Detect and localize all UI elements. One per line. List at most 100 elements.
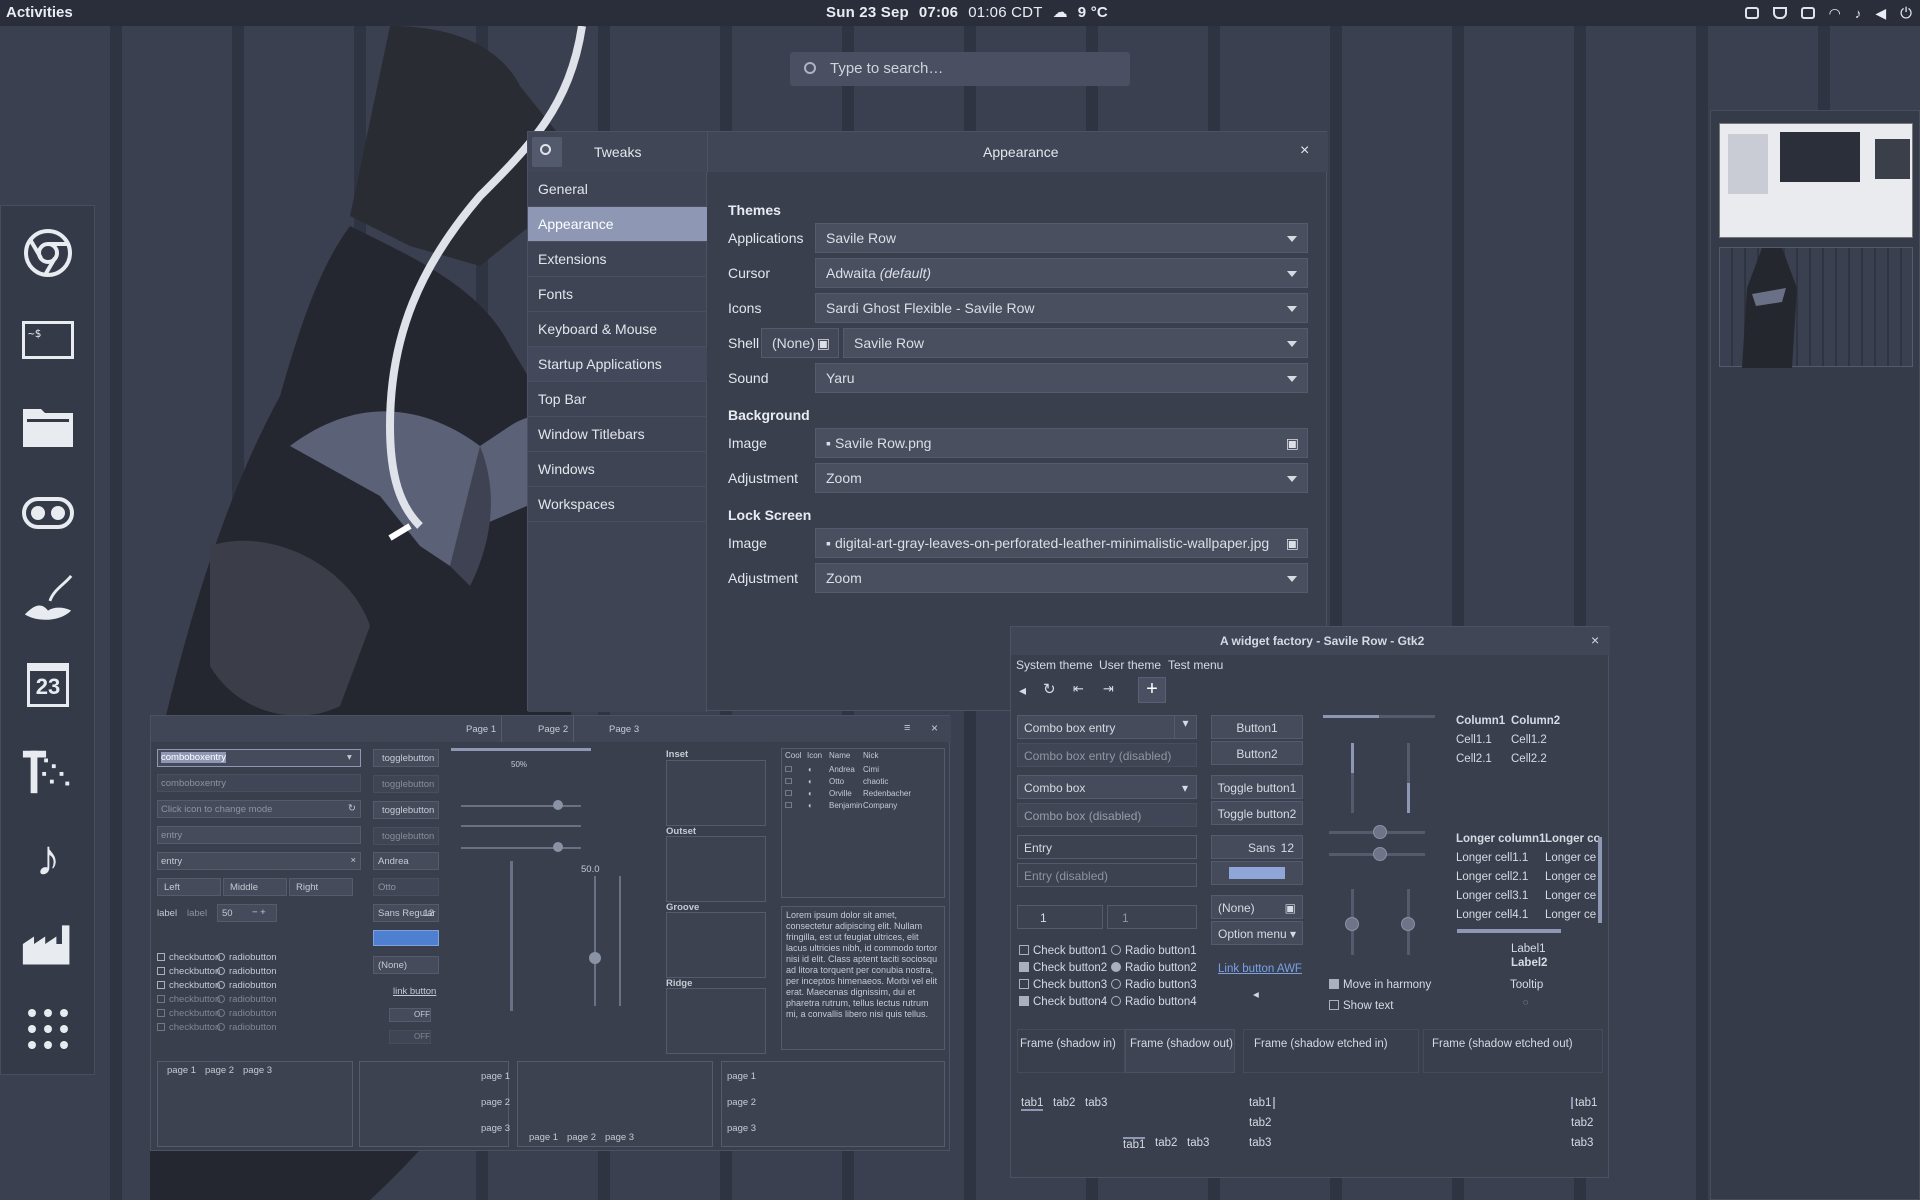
radiobutton[interactable]: radiobutton <box>217 980 277 991</box>
notebook-tab[interactable]: page 2 <box>205 1065 234 1076</box>
tree-header[interactable]: Name <box>829 751 850 760</box>
scale-handle[interactable] <box>553 800 563 810</box>
long-cell[interactable]: Longer ce <box>1545 871 1596 883</box>
tab-page1[interactable]: Page 1 <box>466 724 496 735</box>
text-view[interactable]: Lorem ipsum dolor sit amet, consectetur … <box>781 906 945 1050</box>
notebook-tab[interactable]: page 3 <box>605 1132 634 1143</box>
cell[interactable]: Cell2.2 <box>1511 753 1547 765</box>
menu-system-theme[interactable]: System theme <box>1016 658 1093 672</box>
toggle-button2[interactable]: Toggle button2 <box>1211 801 1303 825</box>
file-chooser-button[interactable]: (None) <box>373 956 439 974</box>
workspace-thumb-2[interactable] <box>1719 247 1913 368</box>
sidebar-item-workspaces[interactable]: Workspaces <box>528 487 707 522</box>
tree-check[interactable]: ☐ <box>785 777 792 786</box>
align-middle-combo[interactable]: Middle <box>223 878 287 896</box>
slider-handle[interactable] <box>1345 917 1359 931</box>
sidebar-item-startup[interactable]: Startup Applications <box>528 347 707 382</box>
tree-nick[interactable]: Company <box>863 801 897 810</box>
icons-combo[interactable]: Sardi Ghost Flexible - Savile Row <box>815 293 1308 323</box>
font-button[interactable]: Sans 12 <box>1211 835 1303 859</box>
cell[interactable]: Cell2.1 <box>1456 753 1492 765</box>
tab-page3[interactable]: Page 3 <box>609 724 639 735</box>
tab[interactable]: tab3 <box>1187 1137 1209 1149</box>
comboboxentry-input[interactable]: comboboxentry <box>157 749 361 767</box>
sidebar-item-window-titlebars[interactable]: Window Titlebars <box>528 417 707 452</box>
tree-nick[interactable]: chaotic <box>863 777 888 786</box>
notebook-tab[interactable]: page 2 <box>567 1132 596 1143</box>
radio-button[interactable]: Radio button2 <box>1111 962 1197 974</box>
option-menu[interactable]: Option menu ▾ <box>1211 921 1303 945</box>
notebook-tab[interactable]: page 3 <box>243 1065 272 1076</box>
color-button[interactable] <box>373 930 439 946</box>
tree-nick[interactable]: Cimi <box>863 765 879 774</box>
link-button[interactable]: Link button AWF <box>1218 963 1302 975</box>
check-button[interactable]: Check button4 <box>1019 996 1107 1008</box>
sound-combo[interactable]: Yaru <box>815 363 1308 393</box>
v-scale-2[interactable] <box>594 876 596 1006</box>
volume-icon[interactable]: ◀ <box>1875 5 1886 22</box>
show-text-check[interactable]: Show text <box>1329 1000 1394 1012</box>
tab[interactable]: tab1 <box>1123 1137 1146 1151</box>
toggle-button[interactable]: togglebutton <box>373 801 439 819</box>
align-left-combo[interactable]: Left <box>157 878 221 896</box>
tree-header[interactable]: Cool <box>785 751 801 760</box>
clear-icon[interactable]: × <box>350 855 356 866</box>
tab[interactable]: tab3 <box>1085 1097 1107 1109</box>
h-scrollbar[interactable] <box>1457 929 1561 933</box>
applications-combo[interactable]: Savile Row <box>815 223 1308 253</box>
col2-header[interactable]: Column2 <box>1511 715 1560 727</box>
slider-handle[interactable] <box>1373 825 1387 839</box>
scale-handle[interactable] <box>589 952 601 964</box>
display-icon[interactable] <box>1800 7 1815 19</box>
tree-name[interactable]: Otto <box>829 777 844 786</box>
tab[interactable]: tab1 <box>1249 1097 1276 1109</box>
tree-nick[interactable]: Redenbacher <box>863 789 911 798</box>
notebook-tab[interactable]: page 3 <box>481 1123 510 1134</box>
v-scale-1[interactable] <box>510 861 513 1011</box>
combo-entry[interactable]: Combo box entry <box>1017 715 1175 739</box>
entry-placeholder[interactable]: entry <box>157 826 361 844</box>
pixel-icon[interactable] <box>21 744 75 798</box>
tree-header[interactable]: Icon <box>807 751 822 760</box>
tree-name[interactable]: Benjamin <box>829 801 862 810</box>
menu-test[interactable]: Test menu <box>1168 658 1223 672</box>
notebook-tab[interactable]: page 1 <box>529 1132 558 1143</box>
check-button[interactable]: Check button1 <box>1019 945 1107 957</box>
first-icon[interactable]: ⇤ <box>1073 681 1084 697</box>
search-input[interactable]: Type to search… <box>790 52 1130 86</box>
notebook-tab[interactable]: page 1 <box>481 1071 510 1082</box>
power-icon[interactable]: ⏻ <box>1900 5 1912 22</box>
lamp-icon[interactable] <box>21 572 75 626</box>
switch-off[interactable]: OFF <box>389 1008 431 1022</box>
h-scale-2[interactable] <box>461 825 581 827</box>
tree-header[interactable]: Nick <box>863 751 879 760</box>
v-scrollbar[interactable] <box>1598 837 1602 923</box>
v-slider-2[interactable] <box>1407 743 1410 813</box>
calendar-icon[interactable]: 23 <box>21 658 75 712</box>
mail-icon[interactable] <box>1744 7 1759 19</box>
activities-button[interactable]: Activities <box>0 0 79 26</box>
chevron-down-icon[interactable]: ▾ <box>347 752 352 763</box>
menu-user-theme[interactable]: User theme <box>1099 658 1161 672</box>
sidebar-item-keyboard-mouse[interactable]: Keyboard & Mouse <box>528 312 707 347</box>
wifi-icon[interactable]: ◠ <box>1829 5 1841 22</box>
spin-1[interactable]: 1 <box>1017 905 1103 929</box>
tree-name[interactable]: Orville <box>829 789 852 798</box>
sidebar-item-extensions[interactable]: Extensions <box>528 242 707 277</box>
tree-check[interactable]: ☐ <box>785 801 792 810</box>
notebook-tab[interactable]: page 1 <box>167 1065 196 1076</box>
slider-handle[interactable] <box>1373 847 1387 861</box>
h-slider-top[interactable] <box>1323 715 1435 718</box>
long-cell[interactable]: Longer ce <box>1545 890 1596 902</box>
music-icon[interactable]: ♪ <box>21 830 75 886</box>
files-icon[interactable] <box>21 399 75 453</box>
clock[interactable]: Sun 23 Sep 07:06 01:06 CDT ☁ 9 °C <box>826 0 1118 26</box>
tab[interactable]: tab2 <box>1249 1117 1271 1129</box>
tweaks-icon[interactable] <box>21 486 75 540</box>
record-icon[interactable]: ◂ <box>1019 682 1026 699</box>
combo-box[interactable]: Combo box ▾ <box>1017 775 1197 799</box>
ls-image-button[interactable]: ▪ digital-art-gray-leaves-on-perforated-l… <box>815 528 1308 558</box>
sidebar-item-appearance[interactable]: Appearance <box>528 207 707 242</box>
color-button[interactable] <box>1211 861 1303 885</box>
radiobutton[interactable]: radiobutton <box>217 952 277 963</box>
